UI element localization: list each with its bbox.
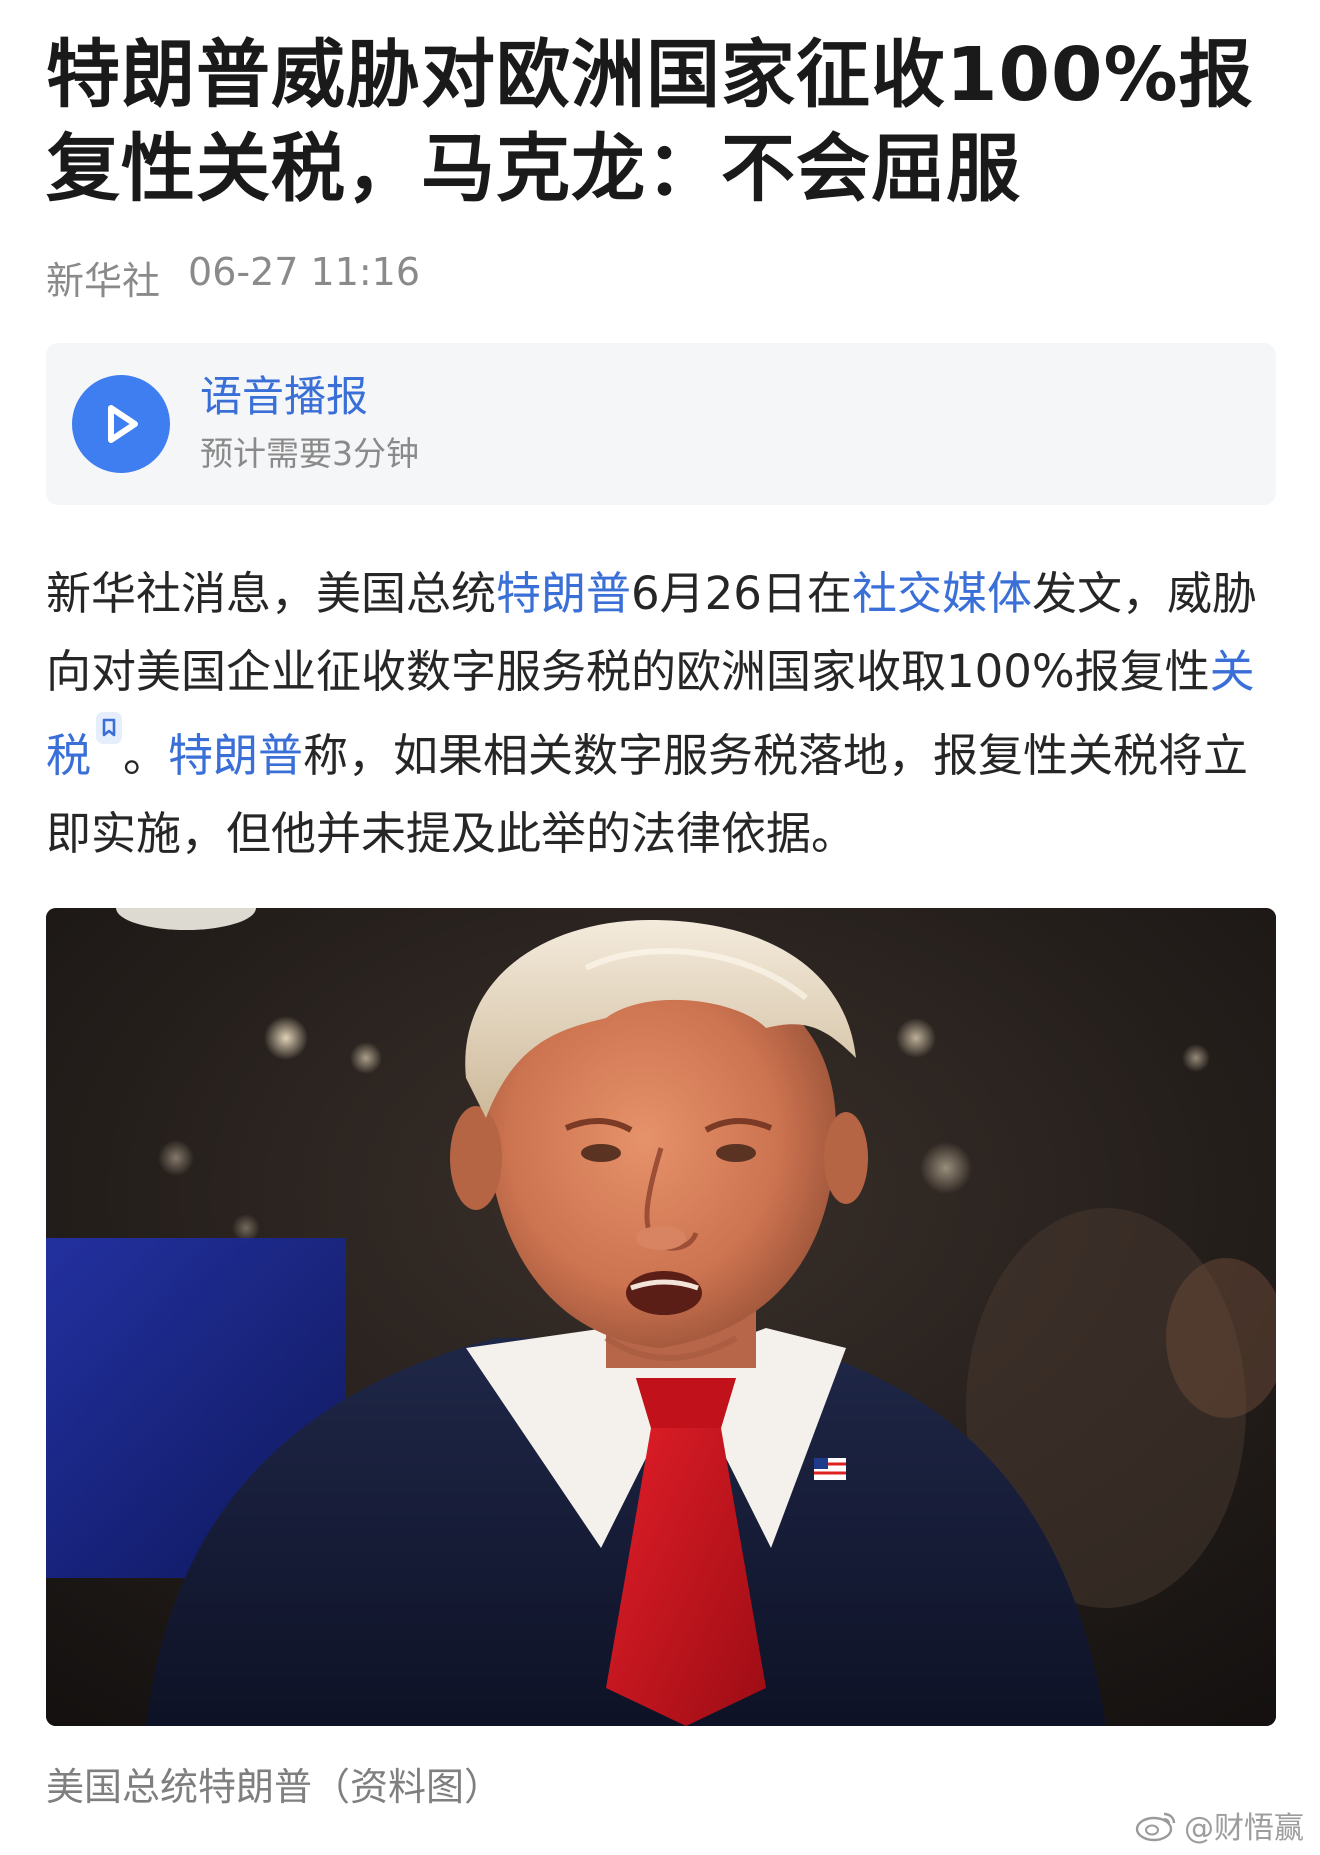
article-page: 特朗普威胁对欧洲国家征收100%报复性关税，马克龙：不会屈服 新华社 06-27…	[0, 0, 1320, 1855]
audio-broadcast-card[interactable]: 语音播报 预计需要3分钟	[46, 343, 1276, 505]
article-photo[interactable]	[46, 908, 1276, 1726]
link-trump[interactable]: 特朗普	[496, 567, 631, 620]
body-text-2: 6月26日在	[631, 567, 852, 620]
photo-caption: 美国总统特朗普（资料图）	[46, 1765, 503, 1809]
body-text-4: 。	[123, 729, 169, 782]
weibo-icon	[1135, 1812, 1176, 1842]
article-time: 06-27 11:16	[188, 250, 421, 294]
body-text-1: 新华社消息，美国总统	[46, 567, 497, 620]
watermark-text: @财悟赢	[1184, 1811, 1304, 1846]
link-trump-2[interactable]: 特朗普	[168, 729, 303, 782]
article-body: 新华社消息，美国总统特朗普6月26日在社交媒体发文，威胁向对美国企业征收数字服务…	[46, 555, 1282, 873]
trump-photo-illustration	[46, 908, 1276, 1726]
link-social-media[interactable]: 社交媒体	[852, 567, 1032, 620]
audio-text: 语音播报 预计需要3分钟	[200, 369, 419, 479]
search-tag-icon[interactable]	[95, 711, 123, 745]
article-title: 特朗普威胁对欧洲国家征收100%报复性关税，马克龙：不会屈服	[46, 32, 1254, 212]
audio-duration: 预计需要3分钟	[200, 434, 419, 473]
watermark: @财悟赢	[1134, 1803, 1304, 1847]
play-button[interactable]	[72, 375, 170, 473]
article-meta: 新华社 06-27 11:16	[46, 250, 420, 305]
article-source[interactable]: 新华社	[46, 250, 160, 305]
play-icon	[108, 405, 138, 443]
audio-title[interactable]: 语音播报	[200, 369, 419, 425]
